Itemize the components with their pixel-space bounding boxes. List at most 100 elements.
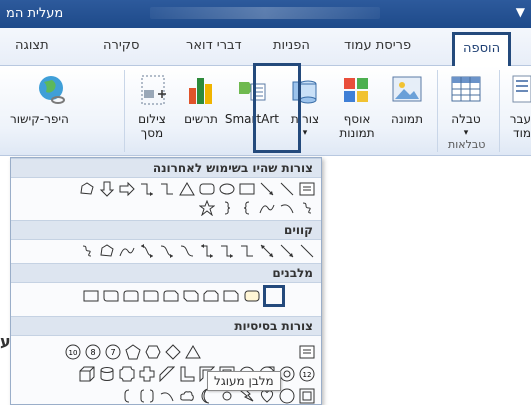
diagonal-stripe-shape[interactable]: [159, 366, 175, 382]
elbow-connector-shape[interactable]: [239, 243, 255, 259]
hyperlink-label: היפר-קישור: [10, 112, 69, 126]
chart-icon: [186, 74, 216, 109]
table-label: טבלה: [451, 112, 481, 126]
curved-double-arrow-shape[interactable]: [139, 243, 155, 259]
rounded-rectangle-shape-selected[interactable]: [243, 288, 261, 304]
number-8-shape[interactable]: 8: [85, 344, 101, 360]
right-arrow-shape[interactable]: [119, 181, 135, 197]
snip-corner-rectangle-shape[interactable]: [223, 288, 239, 304]
scribble-shape[interactable]: [299, 200, 315, 216]
svg-text:7: 7: [110, 348, 115, 357]
down-arrow-shape[interactable]: [99, 181, 115, 197]
cover-page-button[interactable]: עבר מוד: [505, 74, 531, 140]
screenshot-label-2: מסך: [140, 126, 164, 140]
text-box-shape[interactable]: [299, 181, 315, 197]
snip-round-rectangle-shape[interactable]: [163, 288, 179, 304]
freeform-shape[interactable]: [79, 181, 95, 197]
star-shape[interactable]: [199, 200, 215, 216]
chart-label: תרשים: [184, 112, 218, 126]
curved-connector-shape[interactable]: [179, 243, 195, 259]
cross-shape[interactable]: [139, 366, 155, 382]
quick-access-dropdown-icon[interactable]: ▼: [516, 5, 525, 19]
smiley-face-shape[interactable]: [279, 388, 295, 404]
l-shape[interactable]: [179, 366, 195, 382]
number-7-shape[interactable]: 7: [105, 344, 121, 360]
donut-shape[interactable]: [279, 366, 295, 382]
double-arrow-line-shape[interactable]: [259, 243, 275, 259]
cloud-shape[interactable]: [179, 388, 195, 404]
clipart-icon: [342, 76, 370, 107]
elbow-double-arrow-shape[interactable]: [199, 243, 215, 259]
globe-link-icon: [36, 74, 68, 109]
rectangle-shape[interactable]: [239, 181, 255, 197]
tab-view[interactable]: תצוגה: [15, 38, 49, 53]
tab-review[interactable]: סקירה: [103, 38, 139, 53]
tab-mailings[interactable]: דברי דואר: [186, 38, 242, 53]
title-bar: מעלית המ ▼: [0, 0, 531, 28]
table-button[interactable]: טבלה ▾: [440, 72, 492, 138]
smartart-button[interactable]: SmartArt: [225, 72, 279, 136]
bevel-shape[interactable]: [299, 388, 315, 404]
section-basic-shapes: צורות בסיסיות: [11, 316, 321, 336]
elbow-arrow-connector-shape[interactable]: [219, 243, 235, 259]
smartart-icon: [237, 78, 267, 107]
scribble-shape[interactable]: [79, 243, 95, 259]
double-bracket-shape[interactable]: [139, 388, 155, 404]
round-same-side-rectangle-shape[interactable]: [123, 288, 139, 304]
group-separator: [437, 70, 438, 152]
picture-label: תמונה: [391, 112, 423, 126]
plaque-shape[interactable]: [119, 366, 135, 382]
diamond-shape[interactable]: [165, 344, 181, 360]
oval-shape[interactable]: [219, 181, 235, 197]
text-box-shape[interactable]: [299, 344, 315, 360]
basic-shapes-row-1: 7 8 10: [65, 344, 315, 362]
cover-page-label-2: מוד: [513, 126, 531, 140]
lines-row: [79, 243, 315, 261]
rectangle-shape[interactable]: [83, 288, 99, 304]
hexagon-shape[interactable]: [145, 344, 161, 360]
line-shape[interactable]: [299, 243, 315, 259]
triangle-shape[interactable]: [185, 344, 201, 360]
smartart-label: SmartArt: [224, 112, 279, 126]
tab-insert[interactable]: הוספה: [452, 32, 512, 66]
chart-button[interactable]: תרשים: [178, 72, 224, 136]
pentagon-shape[interactable]: [125, 344, 141, 360]
right-brace-shape[interactable]: [219, 200, 235, 216]
arrow-line-shape[interactable]: [259, 181, 275, 197]
screenshot-button[interactable]: צילום מסך: [128, 72, 176, 140]
round-diagonal-rectangle-shape[interactable]: [103, 288, 119, 304]
line-shape[interactable]: [279, 181, 295, 197]
rectangles-row: [83, 288, 261, 306]
curved-arrow-connector-shape[interactable]: [159, 243, 175, 259]
shapes-button[interactable]: צורות ▾: [283, 72, 327, 138]
shapes-icon: [291, 74, 319, 109]
curve-shape[interactable]: [259, 200, 275, 216]
arrow-line-shape[interactable]: [279, 243, 295, 259]
rounded-rectangle-shape[interactable]: [199, 181, 215, 197]
snip-diagonal-rectangle-shape[interactable]: [183, 288, 199, 304]
arc-shape[interactable]: [279, 200, 295, 216]
left-bracket-shape[interactable]: [119, 388, 135, 404]
ribbon-tabs: הוספה פריסת עמוד הפניות דברי דואר סקירה …: [0, 28, 531, 66]
picture-button[interactable]: תמונה: [382, 72, 432, 136]
elbow-arrow-connector-shape[interactable]: [139, 181, 155, 197]
picture-icon: [392, 76, 422, 105]
tab-references[interactable]: הפניות: [273, 38, 310, 53]
number-12-shape[interactable]: 12: [299, 366, 315, 382]
tab-page-layout[interactable]: פריסת עמוד: [344, 38, 411, 53]
curve-shape[interactable]: [119, 243, 135, 259]
arc-shape[interactable]: [159, 388, 175, 404]
hyperlink-button[interactable]: היפר-קישור: [0, 72, 118, 136]
clipart-button[interactable]: אוסף תמונות: [334, 72, 380, 140]
round-single-corner-rectangle-shape[interactable]: [143, 288, 159, 304]
left-brace-shape[interactable]: [239, 200, 255, 216]
snip-same-side-rectangle-shape[interactable]: [203, 288, 219, 304]
freeform-shape[interactable]: [99, 243, 115, 259]
number-10-shape[interactable]: 10: [65, 344, 81, 360]
shapes-label: צורות: [290, 112, 320, 126]
elbow-connector-shape[interactable]: [159, 181, 175, 197]
cube-shape[interactable]: [79, 366, 95, 382]
group-label-tables: טבלאות: [448, 138, 486, 151]
triangle-shape[interactable]: [179, 181, 195, 197]
can-shape[interactable]: [99, 366, 115, 382]
